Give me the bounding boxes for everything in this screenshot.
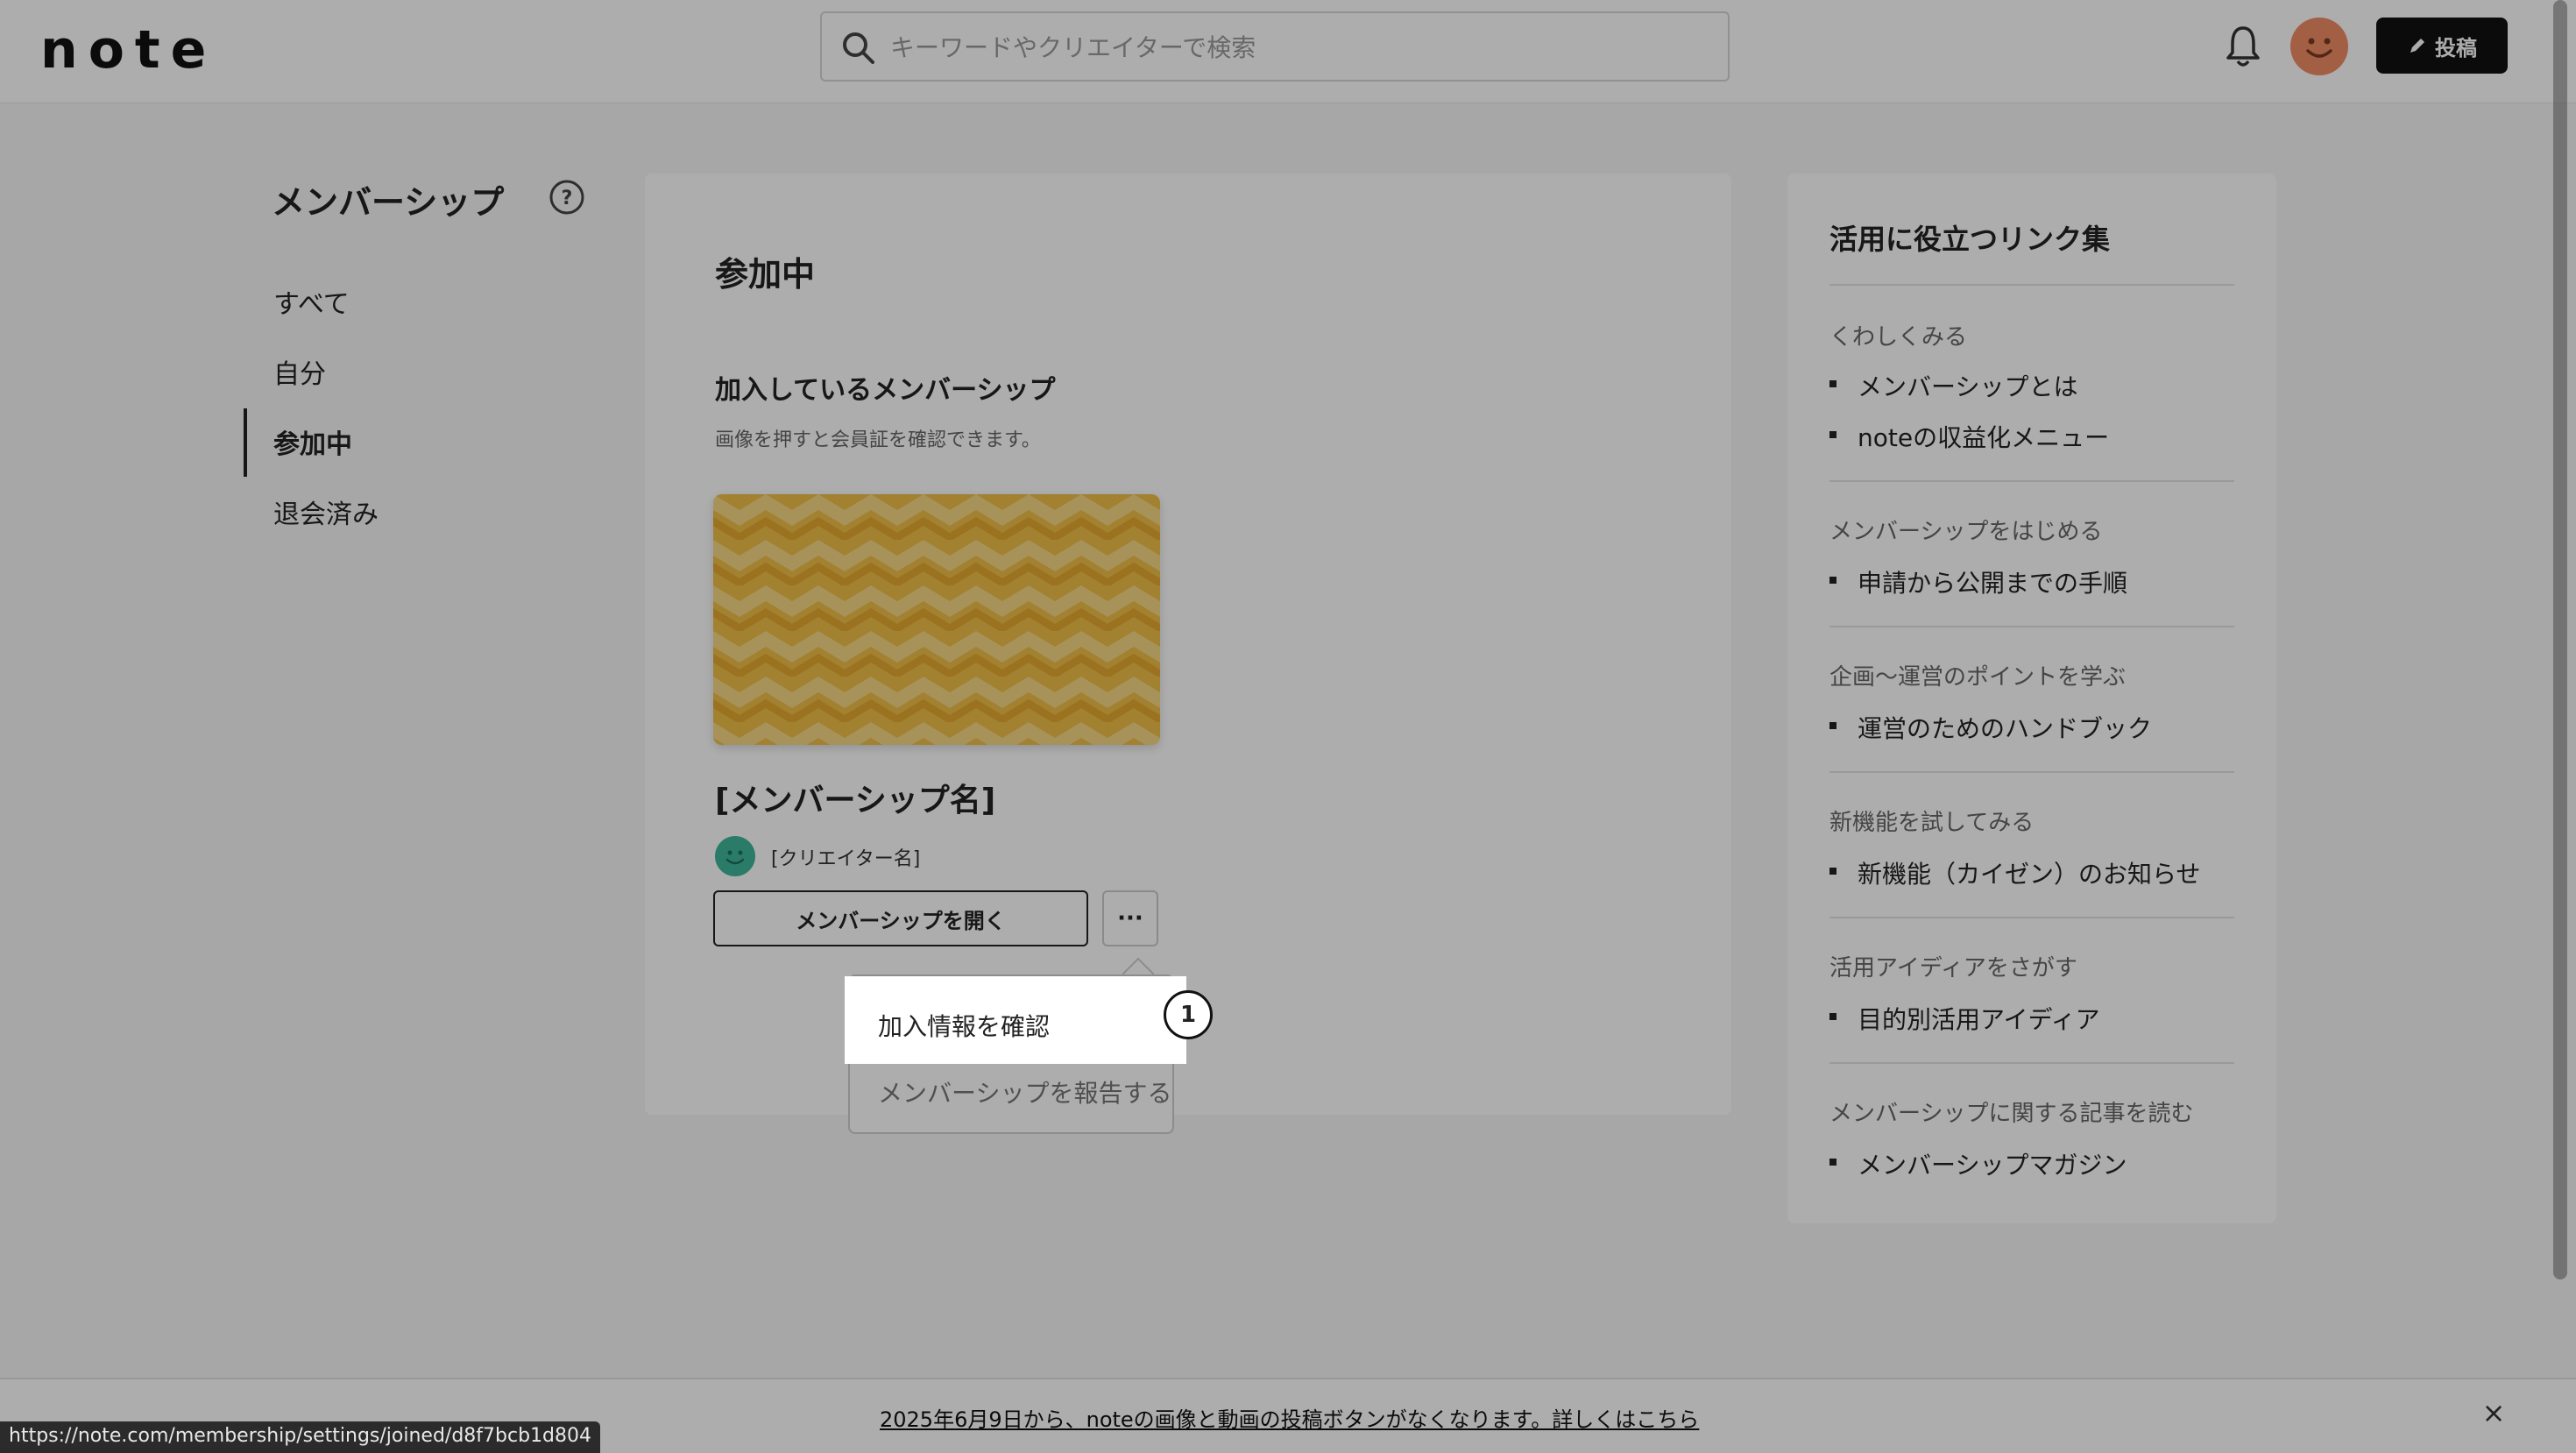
membership-name[interactable]: [メンバーシップ名] xyxy=(715,775,995,820)
top-header: note 投稿 xyxy=(0,0,2576,103)
search-box[interactable] xyxy=(820,11,1730,82)
divider xyxy=(1829,1062,2234,1064)
note-logo[interactable]: note xyxy=(40,19,216,81)
user-avatar[interactable] xyxy=(2290,18,2348,75)
search-icon xyxy=(843,32,874,64)
divider xyxy=(1829,626,2234,627)
more-options-button[interactable]: ··· xyxy=(1102,890,1158,946)
post-button[interactable]: 投稿 xyxy=(2376,18,2508,74)
sidebar-active-indicator xyxy=(244,408,247,477)
divider xyxy=(1829,917,2234,918)
status-url-tooltip: https://note.com/membership/settings/joi… xyxy=(0,1421,601,1453)
link-membership-magazine[interactable]: メンバーシップマガジン xyxy=(1858,1146,2127,1181)
links-group-title: メンバーシップに関する記事を読む xyxy=(1829,1101,2194,1127)
bullet xyxy=(1829,868,1836,875)
links-group-title: 企画〜運営のポイントを学ぶ xyxy=(1829,664,2127,691)
sidebar-title: メンバーシップ xyxy=(272,183,505,222)
post-button-label: 投稿 xyxy=(2435,35,2477,60)
open-membership-button[interactable]: メンバーシップを開く xyxy=(713,890,1088,946)
sidebar-item-all[interactable]: すべて xyxy=(273,282,350,321)
sidebar-item-left[interactable]: 退会済み xyxy=(273,493,379,531)
search-input[interactable] xyxy=(890,25,1696,69)
bullet xyxy=(1829,577,1836,584)
bullet xyxy=(1829,722,1836,729)
step-badge: 1 xyxy=(1164,990,1213,1039)
section-description: 画像を押すと会員証を確認できます。 xyxy=(715,429,1041,451)
smile-icon xyxy=(725,850,745,865)
report-membership-item[interactable]: メンバーシップを報告する xyxy=(878,1074,1171,1109)
links-group-title: くわしくみる xyxy=(1829,324,1968,351)
chevron-pattern xyxy=(713,494,1160,745)
divider xyxy=(1829,771,2234,773)
bullet xyxy=(1829,431,1836,438)
links-title: 活用に役立つリンク集 xyxy=(1829,223,2111,256)
scrollbar[interactable] xyxy=(2553,0,2567,1279)
bullet xyxy=(1829,380,1836,387)
smile-icon xyxy=(2306,38,2332,58)
creator-name[interactable]: [クリエイター名] xyxy=(771,843,920,871)
check-membership-info-item[interactable]: 加入情報を確認 xyxy=(878,1008,1050,1043)
links-group-title: 活用アイディアをさがす xyxy=(1829,955,2077,982)
membership-cover-image[interactable] xyxy=(713,494,1160,745)
link-handbook[interactable]: 運営のためのハンドブック xyxy=(1858,710,2152,745)
link-what-is-membership[interactable]: メンバーシップとは xyxy=(1858,368,2077,403)
svg-text:?: ? xyxy=(562,188,573,209)
bullet xyxy=(1829,1159,1836,1166)
sidebar-item-joined[interactable]: 参加中 xyxy=(273,422,352,461)
notice-link[interactable]: 2025年6月9日から、noteの画像と動画の投稿ボタンがなくなります。詳しくは… xyxy=(880,1402,1699,1433)
creator-avatar xyxy=(715,836,755,876)
bell-icon[interactable] xyxy=(2224,23,2262,70)
link-new-features[interactable]: 新機能（カイゼン）のお知らせ xyxy=(1858,855,2200,890)
links-group-title: メンバーシップをはじめる xyxy=(1829,519,2103,545)
page-title: 参加中 xyxy=(715,255,816,294)
bullet xyxy=(1829,1013,1836,1020)
section-title: 加入しているメンバーシップ xyxy=(715,375,1056,406)
pencil-icon xyxy=(2410,39,2424,53)
link-usage-ideas[interactable]: 目的別活用アイディア xyxy=(1858,1001,2100,1036)
close-icon[interactable]: × xyxy=(2478,1397,2509,1428)
links-group-title: 新機能を試してみる xyxy=(1829,810,2035,836)
divider xyxy=(1829,284,2234,286)
divider xyxy=(1829,480,2234,482)
link-application-steps[interactable]: 申請から公開までの手順 xyxy=(1858,564,2127,599)
help-icon[interactable]: ? xyxy=(548,179,585,216)
sidebar-item-mine[interactable]: 自分 xyxy=(273,352,326,391)
link-monetization-menu[interactable]: noteの収益化メニュー xyxy=(1858,419,2109,454)
